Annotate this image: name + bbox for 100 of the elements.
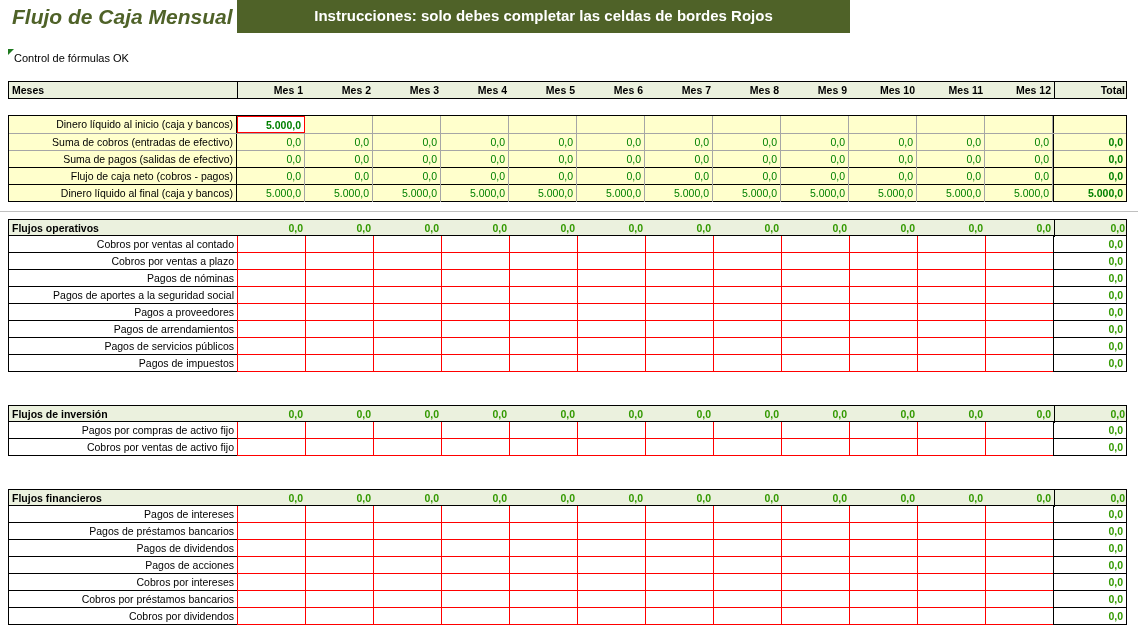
table-cell xyxy=(373,506,441,523)
table-cell xyxy=(781,236,849,253)
sheet-title: Flujo de Caja Mensual xyxy=(11,4,234,30)
table-cell: 5.000,0 xyxy=(237,116,305,133)
table-cell: 0,0 xyxy=(1053,338,1127,355)
table-cell xyxy=(645,355,713,372)
table-cell xyxy=(373,287,441,304)
table-cell xyxy=(781,253,849,270)
table-cell xyxy=(577,304,645,321)
table-cell-text: Mes 3 xyxy=(408,83,440,98)
table-cell xyxy=(577,591,645,608)
table-cell xyxy=(917,321,985,338)
table-cell xyxy=(917,523,985,540)
table-cell: Cobros por préstamos bancarios xyxy=(8,591,237,608)
table-cell: 5.000,0 xyxy=(1053,185,1126,202)
table-cell xyxy=(441,321,509,338)
table-cell: 5.000,0 xyxy=(917,185,985,202)
table-cell xyxy=(373,523,441,540)
table-cell: 5.000,0 xyxy=(713,185,781,202)
table-cell-text: 0,0 xyxy=(287,491,304,506)
table-cell xyxy=(917,355,985,372)
table-cell xyxy=(645,422,713,439)
table-cell xyxy=(509,304,577,321)
table-cell xyxy=(645,608,713,625)
table-cell xyxy=(781,270,849,287)
table-cell: Total xyxy=(1054,82,1128,99)
table-cell xyxy=(237,591,305,608)
table-cell-text: Flujos financieros xyxy=(11,491,103,506)
table-cell: Pagos de impuestos xyxy=(8,355,237,372)
table-cell: 0,0 xyxy=(1054,406,1128,423)
table-cell-text: 0,0 xyxy=(831,407,848,422)
table-cell xyxy=(305,270,373,287)
comment-indicator-icon xyxy=(8,49,14,55)
table-cell xyxy=(781,591,849,608)
table-cell xyxy=(373,591,441,608)
table-cell xyxy=(645,506,713,523)
table-cell: 0,0 xyxy=(1053,439,1127,456)
table-cell xyxy=(305,355,373,372)
table-cell xyxy=(305,338,373,355)
table-cell xyxy=(985,439,1053,456)
table-cell-text: 0,0 xyxy=(967,221,984,236)
table-cell xyxy=(781,540,849,557)
table-cell: 0,0 xyxy=(1053,304,1127,321)
table-cell xyxy=(509,270,577,287)
table-cell xyxy=(237,557,305,574)
table-cell xyxy=(305,506,373,523)
table-cell-text: 0,0 xyxy=(695,407,712,422)
table-cell xyxy=(917,557,985,574)
table-cell-text: 0,0 xyxy=(287,407,304,422)
table-cell xyxy=(849,591,917,608)
table-cell xyxy=(713,422,781,439)
table-cell: Pagos de préstamos bancarios xyxy=(8,523,237,540)
table-cell: Cobros por ventas de activo fijo xyxy=(8,439,237,456)
table-cell xyxy=(237,236,305,253)
table-cell: 0,0 xyxy=(1053,540,1127,557)
table-cell xyxy=(781,557,849,574)
table-cell: Pagos por compras de activo fijo xyxy=(8,422,237,439)
table-cell: Cobros por ventas al contado xyxy=(8,236,237,253)
table-cell xyxy=(713,304,781,321)
table-cell xyxy=(713,540,781,557)
table-cell-text: 0,0 xyxy=(831,221,848,236)
table-cell-text: 0,0 xyxy=(355,221,372,236)
table-cell xyxy=(441,574,509,591)
table-cell: 5.000,0 xyxy=(781,185,849,202)
table-cell: 5.000,0 xyxy=(373,185,441,202)
table-cell-text: Mes 7 xyxy=(680,83,712,98)
table-cell xyxy=(645,338,713,355)
table-cell xyxy=(577,253,645,270)
table-cell xyxy=(985,422,1053,439)
table-cell xyxy=(237,304,305,321)
table-cell xyxy=(713,270,781,287)
table-cell xyxy=(849,608,917,625)
table-cell: Pagos de dividendos xyxy=(8,540,237,557)
table-cell xyxy=(577,355,645,372)
table-cell-text: Mes 12 xyxy=(1014,83,1052,98)
table-cell xyxy=(917,287,985,304)
table-cell: Cobros por intereses xyxy=(8,574,237,591)
table-cell: 0,0 xyxy=(1053,253,1127,270)
table-cell xyxy=(373,355,441,372)
table-cell xyxy=(305,253,373,270)
table-cell: 5.000,0 xyxy=(645,185,713,202)
table-cell xyxy=(305,608,373,625)
table-cell: 0,0 xyxy=(1053,287,1127,304)
table-cell xyxy=(577,608,645,625)
table-cell-text: 0,0 xyxy=(763,491,780,506)
table-cell xyxy=(509,321,577,338)
table-cell xyxy=(645,591,713,608)
table-cell: 5.000,0 xyxy=(577,185,645,202)
table-cell xyxy=(985,355,1053,372)
table-cell xyxy=(509,523,577,540)
table-cell xyxy=(509,591,577,608)
table-cell: 5.000,0 xyxy=(237,185,305,202)
table-cell xyxy=(917,540,985,557)
table-cell: Dinero líquido al final (caja y bancos) xyxy=(9,185,237,202)
table-cell xyxy=(781,506,849,523)
table-cell xyxy=(373,270,441,287)
table-cell xyxy=(441,557,509,574)
table-cell xyxy=(305,540,373,557)
table-cell-text: 0,0 xyxy=(491,491,508,506)
table-cell xyxy=(917,270,985,287)
